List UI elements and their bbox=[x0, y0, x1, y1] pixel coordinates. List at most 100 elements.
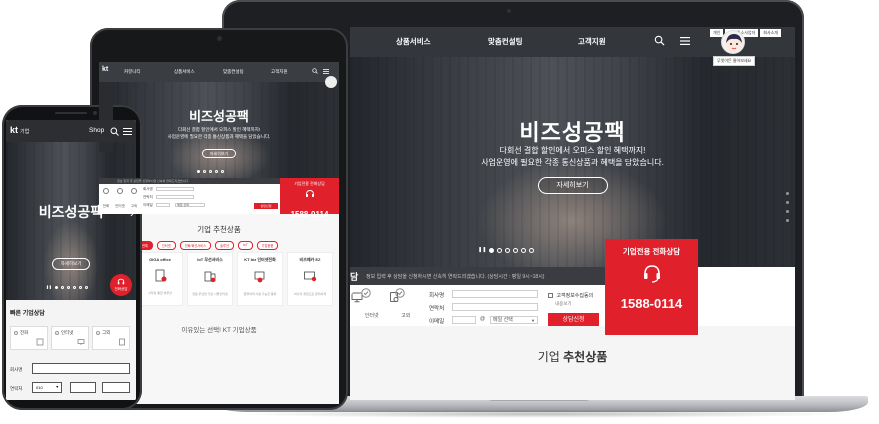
carousel-dot[interactable] bbox=[497, 247, 503, 253]
tablet-phone-title: 기업전용 전화상담 bbox=[294, 181, 325, 186]
tablet-contact-input[interactable] bbox=[156, 195, 194, 199]
consult-submit-button[interactable]: 상담신청 bbox=[548, 313, 599, 327]
tab-goods[interactable]: 기업용품 bbox=[256, 241, 279, 250]
contact-input[interactable] bbox=[452, 303, 538, 311]
menu-icon[interactable] bbox=[680, 37, 690, 45]
tablet-phone-box[interactable]: 기업전용 전화상담 1588-0114 bbox=[280, 178, 339, 219]
product-card[interactable]: GiGA office 사무실 통합 솔루션 bbox=[137, 252, 183, 306]
tablet-nav-community[interactable]: 커뮤니티 bbox=[124, 69, 141, 75]
phone-channel-call-label: 전화 bbox=[20, 330, 29, 335]
tablet-hero-detail-button[interactable]: 자세히보기 bbox=[202, 149, 236, 158]
channel-other-label: 고외 bbox=[401, 313, 411, 319]
phone-contact-last-input[interactable] bbox=[102, 382, 130, 393]
carousel-dot[interactable] bbox=[209, 170, 212, 173]
side-dot[interactable] bbox=[786, 219, 789, 222]
carousel-dot[interactable] bbox=[60, 285, 64, 289]
email-id-input[interactable] bbox=[452, 316, 476, 324]
tablet-email-select[interactable]: 메일 선택 bbox=[175, 203, 205, 207]
tab-solution[interactable]: 솔루션 bbox=[215, 241, 234, 250]
carousel-dot[interactable] bbox=[529, 247, 535, 253]
phone-call-button[interactable]: 전화상담 bbox=[110, 274, 132, 296]
kt-logo[interactable]: kt bbox=[102, 66, 108, 73]
tablet-email-id-input[interactable] bbox=[156, 203, 170, 207]
privacy-agree[interactable]: 고객정보수집동의 bbox=[548, 292, 593, 299]
privacy-checkbox[interactable] bbox=[548, 293, 553, 299]
phone-logo-sub: 기업 bbox=[20, 129, 30, 135]
monitor-icon bbox=[304, 271, 317, 282]
menu-icon[interactable] bbox=[123, 128, 132, 135]
phone-company-input[interactable] bbox=[32, 363, 130, 374]
search-icon[interactable] bbox=[312, 68, 318, 74]
tab-internet[interactable]: 인터넷 bbox=[156, 241, 176, 250]
phone-channel-call[interactable]: 전화 bbox=[10, 326, 48, 350]
phone-shop-link[interactable]: Shop bbox=[89, 127, 104, 134]
nav-products[interactable]: 상품서비스 bbox=[396, 36, 431, 47]
hero-detail-button[interactable]: 자세히보기 bbox=[537, 177, 608, 194]
phone-hero-detail-button[interactable]: 자세히보기 bbox=[52, 258, 90, 270]
chatbot-tag[interactable]: 무엇이든 물어보세요 bbox=[713, 56, 756, 66]
tab-phone-line[interactable]: 전화/회선서비스 bbox=[179, 241, 212, 250]
recommend-prefix: 기업 bbox=[537, 350, 560, 364]
product-card[interactable]: 비즈메카 EZ 하나의 계정으로 편리하게 bbox=[287, 252, 333, 306]
phone-contact-prefix-select[interactable]: 010 ▼ bbox=[32, 382, 62, 393]
carousel-dot[interactable] bbox=[203, 170, 206, 173]
chatbot-widget[interactable]: 무엇이든 물어보세요 bbox=[705, 27, 765, 67]
nav-support[interactable]: 고객지원 bbox=[578, 36, 606, 47]
carousel-dot[interactable] bbox=[215, 170, 218, 173]
phone-channel-internet-label: 인터넷 bbox=[61, 330, 74, 335]
chatbot-avatar[interactable] bbox=[325, 76, 337, 88]
tablet-nav-products[interactable]: 상품서비스 bbox=[174, 69, 195, 75]
radio-button[interactable] bbox=[96, 330, 100, 335]
carousel-dot[interactable] bbox=[505, 247, 511, 253]
nav-consulting[interactable]: 맞춤컨설팅 bbox=[488, 36, 523, 47]
tablet-channel-phone[interactable]: 전화 bbox=[99, 188, 113, 209]
tablet-channel-internet[interactable]: 인터넷 bbox=[113, 188, 127, 209]
tablet-phone-number[interactable]: 1588-0114 bbox=[280, 210, 339, 219]
carousel-dot[interactable] bbox=[513, 247, 519, 253]
side-dot[interactable] bbox=[786, 201, 789, 204]
carousel-dot[interactable] bbox=[197, 170, 200, 173]
kt-logo[interactable]: kt 기업 bbox=[10, 125, 29, 135]
company-input[interactable] bbox=[452, 290, 538, 298]
search-icon[interactable] bbox=[110, 127, 119, 136]
recommend-bold: 추천상품 bbox=[563, 350, 608, 364]
document-icon bbox=[131, 188, 137, 194]
phone-contact-mid-input[interactable] bbox=[70, 382, 96, 393]
tab-iot[interactable]: IoT bbox=[237, 241, 253, 250]
radio-button[interactable] bbox=[14, 330, 18, 335]
carousel-dot[interactable] bbox=[221, 170, 224, 173]
product-card[interactable]: IoT 무선서비스 전용 무선망 기반 사물인터넷 bbox=[187, 252, 233, 306]
chevron-down-icon: ▼ bbox=[55, 385, 59, 389]
tablet-submit-button[interactable]: 상담신청 bbox=[254, 203, 278, 209]
carousel-dot[interactable] bbox=[489, 247, 495, 253]
tablet-company-label: 회사명 bbox=[143, 187, 153, 191]
phone-channel-other[interactable]: 그외 bbox=[92, 326, 130, 350]
tablet-channel-other[interactable]: 고외 bbox=[127, 188, 141, 209]
carousel-dot[interactable] bbox=[78, 285, 82, 289]
tablet-nav-support[interactable]: 고객지원 bbox=[271, 69, 288, 75]
carousel-dot[interactable] bbox=[521, 247, 527, 253]
carousel-dot[interactable] bbox=[84, 285, 88, 289]
building-icon bbox=[155, 269, 167, 282]
pause-icon[interactable]: ❚❚ bbox=[478, 247, 486, 253]
pause-icon[interactable]: ❚❚ bbox=[46, 285, 52, 289]
email-domain-select[interactable]: 메일 선택 ▼ bbox=[490, 316, 538, 324]
chatbot-avatar[interactable] bbox=[721, 30, 745, 54]
side-dot[interactable] bbox=[786, 192, 789, 195]
carousel-dot[interactable] bbox=[66, 285, 70, 289]
phone-screen: kt기업 Shop 비즈성공팩 자세히보기 › ❚❚ 전 bbox=[6, 120, 136, 400]
tablet-nav-consulting[interactable]: 맞춤컨설팅 bbox=[223, 69, 244, 75]
search-icon[interactable] bbox=[654, 35, 665, 46]
menu-icon[interactable] bbox=[323, 69, 329, 74]
product-card[interactable]: KT biz 인터넷전화 알뜰하게 사용 가능한 통화 bbox=[237, 252, 283, 306]
side-dot[interactable] bbox=[786, 210, 789, 213]
radio-button[interactable] bbox=[55, 330, 59, 335]
privacy-detail-link[interactable]: 내용보기 bbox=[555, 301, 572, 307]
carousel-dot[interactable] bbox=[72, 285, 76, 289]
phone-consult-box[interactable]: 기업전용 전화상담 1588-0114 bbox=[605, 239, 698, 335]
phone-channel-internet[interactable]: 인터넷 bbox=[51, 326, 89, 350]
phone-quick-consult: 빠른 기업상담 전화 인터넷 그외 회사명 연락처 010 ▼ bbox=[6, 300, 136, 400]
phone-number[interactable]: 1588-0114 bbox=[605, 296, 698, 311]
tablet-company-input[interactable] bbox=[156, 187, 194, 191]
carousel-dot[interactable] bbox=[54, 285, 58, 289]
